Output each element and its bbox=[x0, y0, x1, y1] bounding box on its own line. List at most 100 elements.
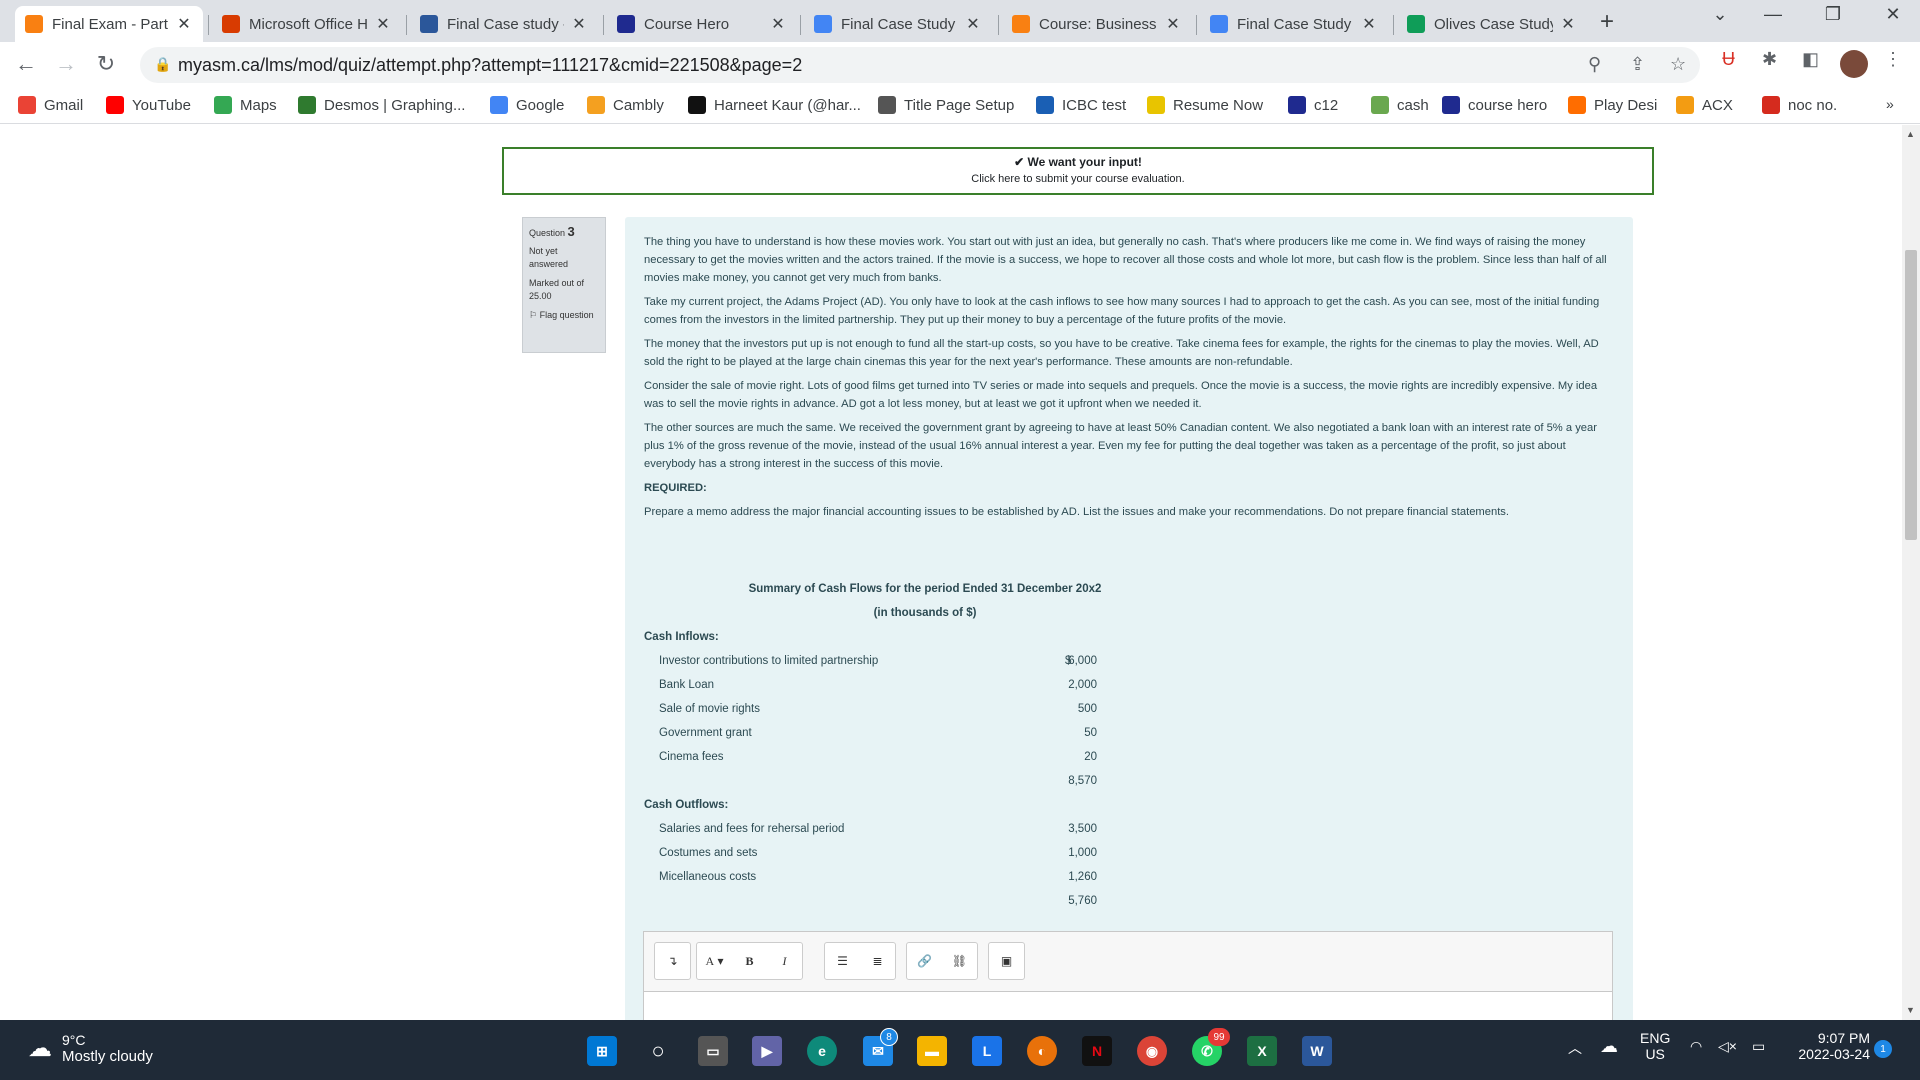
unlink-icon[interactable]: ⛓ bbox=[942, 943, 977, 979]
browser-tab[interactable]: Course: Business ✕ bbox=[1002, 6, 1192, 42]
bookmark-item[interactable]: Maps bbox=[214, 96, 277, 114]
bookmark-item[interactable]: Title Page Setup bbox=[878, 96, 1014, 114]
bookmark-item[interactable]: Google bbox=[490, 96, 564, 114]
forward-icon[interactable]: → bbox=[52, 51, 80, 77]
tab-title: Olives Case Study bbox=[1434, 15, 1553, 33]
bookmark-star-icon[interactable]: ☆ bbox=[1670, 54, 1686, 75]
battery-icon[interactable]: ▭ bbox=[1752, 1038, 1765, 1055]
close-tab-icon[interactable]: ✕ bbox=[175, 14, 193, 34]
bookmark-label: YouTube bbox=[132, 96, 191, 114]
bookmark-item[interactable]: Play Desi bbox=[1568, 96, 1657, 114]
browser-tab[interactable]: Olives Case Study ✕ bbox=[1397, 6, 1587, 42]
bookmark-item[interactable]: Gmail bbox=[18, 96, 83, 114]
volume-muted-icon[interactable]: ◁× bbox=[1718, 1038, 1737, 1055]
minimize-icon[interactable]: — bbox=[1753, 4, 1793, 25]
bookmark-item[interactable]: course hero bbox=[1442, 96, 1547, 114]
answer-editor[interactable]: ↴ A ▾ B I ☰ ≣ 🔗 ⛓ ▣ bbox=[643, 931, 1613, 1020]
tab-search-icon[interactable]: ⌄ bbox=[1700, 4, 1740, 25]
edge-icon[interactable]: e bbox=[807, 1036, 837, 1066]
bullet-list-icon[interactable]: ☰ bbox=[825, 943, 860, 979]
close-window-icon[interactable]: ✕ bbox=[1873, 4, 1913, 25]
address-bar[interactable]: 🔒 myasm.ca/lms/mod/quiz/attempt.php?atte… bbox=[140, 47, 1700, 83]
zoom-icon[interactable]: ⚲ bbox=[1588, 54, 1601, 75]
more-bookmarks-icon[interactable]: » bbox=[1886, 96, 1894, 112]
browser-tab[interactable]: Final Case study - ✕ bbox=[410, 6, 598, 42]
bookmark-label: Cambly bbox=[613, 96, 664, 114]
date: 2022-03-24 bbox=[1798, 1046, 1870, 1062]
bookmark-item[interactable]: noc no. bbox=[1762, 96, 1837, 114]
bookmark-item[interactable]: Resume Now bbox=[1147, 96, 1263, 114]
chrome-icon[interactable]: ◉ bbox=[1137, 1036, 1167, 1066]
wifi-icon[interactable]: ◠ bbox=[1690, 1038, 1702, 1055]
onedrive-icon[interactable]: ☁ bbox=[1600, 1036, 1618, 1057]
extensions-icon[interactable]: ✱ bbox=[1762, 49, 1777, 70]
back-icon[interactable]: ← bbox=[12, 51, 40, 77]
coursehero-icon bbox=[1288, 96, 1306, 114]
bookmark-item[interactable]: cash bbox=[1371, 96, 1429, 114]
task-view-icon[interactable]: ▭ bbox=[698, 1036, 728, 1066]
word-icon[interactable]: W bbox=[1302, 1036, 1332, 1066]
file-explorer-icon[interactable]: ▬ bbox=[917, 1036, 947, 1066]
browser-tab[interactable]: Course Hero ✕ bbox=[607, 6, 797, 42]
extension-pin-icon[interactable]: Ʉ bbox=[1722, 49, 1735, 70]
cashflow-row: Salaries and fees for rehersal period bbox=[659, 820, 1099, 838]
expand-icon[interactable]: ↴ bbox=[655, 943, 690, 979]
close-tab-icon[interactable]: ✕ bbox=[1164, 14, 1182, 34]
bookmark-item[interactable]: YouTube bbox=[106, 96, 191, 114]
reload-icon[interactable]: ↻ bbox=[92, 51, 120, 77]
app-icon[interactable]: ◐ bbox=[1027, 1036, 1057, 1066]
clock[interactable]: 9:07 PM 2022-03-24 bbox=[1780, 1030, 1870, 1062]
close-tab-icon[interactable]: ✕ bbox=[964, 14, 982, 34]
question-marks: Marked out of 25.00 bbox=[529, 278, 585, 301]
sidepanel-icon[interactable]: ◧ bbox=[1802, 49, 1819, 70]
language-indicator[interactable]: ENG US bbox=[1640, 1030, 1670, 1062]
search-icon[interactable]: ○ bbox=[643, 1036, 673, 1066]
url-text[interactable]: myasm.ca/lms/mod/quiz/attempt.php?attemp… bbox=[178, 55, 802, 76]
scroll-thumb[interactable] bbox=[1905, 250, 1917, 540]
browser-tab[interactable]: Final Exam - Part ✕ bbox=[15, 6, 203, 42]
font-color-button[interactable]: A ▾ bbox=[697, 943, 732, 979]
restore-icon[interactable]: ❐ bbox=[1813, 4, 1853, 25]
bookmark-item[interactable]: ICBC test bbox=[1036, 96, 1126, 114]
browser-tab[interactable]: Microsoft Office H ✕ bbox=[212, 6, 402, 42]
close-tab-icon[interactable]: ✕ bbox=[374, 14, 392, 34]
course-evaluation-banner[interactable]: ✔ We want your input! Click here to subm… bbox=[502, 147, 1654, 195]
notification-badge[interactable]: 1 bbox=[1874, 1040, 1892, 1058]
bookmark-item[interactable]: Cambly bbox=[587, 96, 664, 114]
image-icon[interactable]: ▣ bbox=[989, 943, 1024, 979]
close-tab-icon[interactable]: ✕ bbox=[1559, 14, 1577, 34]
bookmark-item[interactable]: ACX bbox=[1676, 96, 1733, 114]
required-label: REQUIRED: bbox=[644, 482, 707, 494]
close-tab-icon[interactable]: ✕ bbox=[570, 14, 588, 34]
close-tab-icon[interactable]: ✕ bbox=[769, 14, 787, 34]
numbered-list-icon[interactable]: ≣ bbox=[860, 943, 895, 979]
bold-button[interactable]: B bbox=[732, 943, 767, 979]
resume-icon bbox=[1147, 96, 1165, 114]
flag-question-link[interactable]: ⚐ Flag question bbox=[529, 309, 599, 322]
browser-tab[interactable]: Final Case Study - ✕ bbox=[804, 6, 992, 42]
windows-start-icon[interactable]: ⊞ bbox=[587, 1036, 617, 1066]
show-hidden-icons[interactable]: ︿ bbox=[1568, 1038, 1582, 1058]
bookmark-item[interactable]: Harneet Kaur (@har... bbox=[688, 96, 861, 114]
page-scrollbar[interactable]: ▲ ▼ bbox=[1902, 125, 1920, 1020]
new-tab-button[interactable]: + bbox=[1600, 8, 1614, 36]
netflix-icon[interactable]: N bbox=[1082, 1036, 1112, 1066]
bookmark-item[interactable]: c12 bbox=[1288, 96, 1338, 114]
menu-icon[interactable]: ⋮ bbox=[1884, 49, 1902, 70]
taskbar: ☁ 9°C Mostly cloudy ⊞ ○ ▭ ▶ e ✉ 8 ▬ L ◐ … bbox=[0, 1020, 1920, 1080]
link-icon[interactable]: 🔗 bbox=[907, 943, 942, 979]
teams-chat-icon[interactable]: ▶ bbox=[752, 1036, 782, 1066]
close-tab-icon[interactable]: ✕ bbox=[1360, 14, 1378, 34]
browser-tab[interactable]: Final Case Study - ✕ bbox=[1200, 6, 1388, 42]
weather-widget[interactable]: ☁ 9°C Mostly cloudy bbox=[28, 1032, 153, 1065]
share-icon[interactable]: ⇪ bbox=[1630, 54, 1645, 75]
profile-avatar[interactable] bbox=[1840, 50, 1868, 78]
excel-icon[interactable]: X bbox=[1247, 1036, 1277, 1066]
answer-textarea[interactable] bbox=[644, 992, 1612, 1020]
banner-subtitle[interactable]: Click here to submit your course evaluat… bbox=[504, 173, 1652, 185]
l-app-icon[interactable]: L bbox=[972, 1036, 1002, 1066]
question-paragraph: Consider the sale of movie right. Lots o… bbox=[644, 380, 1598, 410]
italic-button[interactable]: I bbox=[767, 943, 802, 979]
shield-icon bbox=[1036, 96, 1054, 114]
bookmark-item[interactable]: Desmos | Graphing... bbox=[298, 96, 465, 114]
